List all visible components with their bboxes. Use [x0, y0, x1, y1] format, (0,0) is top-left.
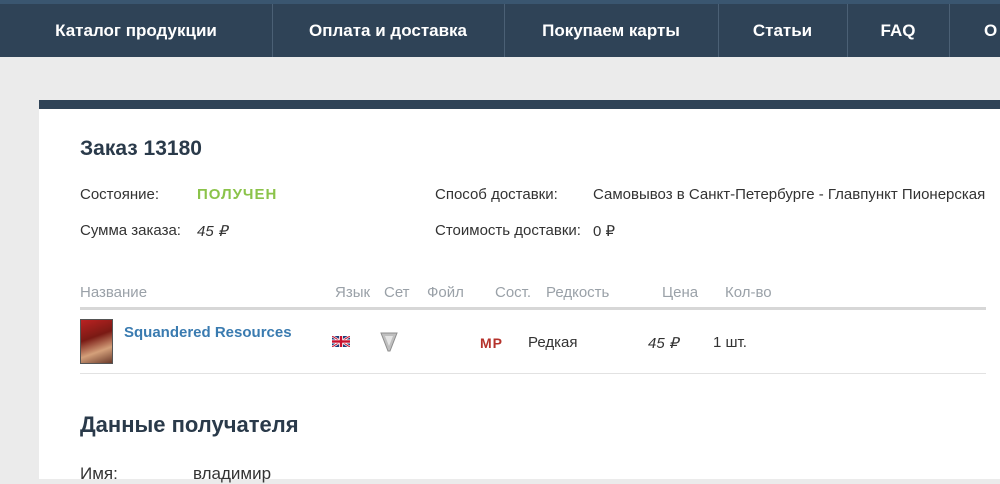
table-header-divider	[80, 307, 986, 310]
column-header-foil: Фойл	[427, 284, 464, 301]
rarity-value: Редкая	[528, 334, 578, 351]
nav-item-label: Статьи	[752, 20, 813, 40]
delivery-method-label: Способ доставки:	[435, 186, 558, 203]
nav-item-faq[interactable]: FAQ	[847, 4, 950, 57]
nav-item-label: Покупаем карты	[542, 20, 680, 40]
order-sum-value: 45 ₽	[197, 223, 228, 240]
table-row-divider	[80, 373, 986, 374]
card-thumbnail[interactable]	[80, 319, 113, 364]
column-header-condition: Сост.	[495, 284, 532, 301]
nav-item-catalog[interactable]: Каталог продукции	[0, 4, 273, 57]
recipient-section-title: Данные получателя	[80, 412, 299, 437]
recipient-name-value: владимир	[193, 464, 272, 483]
card-top-bar	[39, 100, 1000, 109]
nav-item-label: О	[984, 20, 998, 40]
nav-item-label: Каталог продукции	[55, 20, 217, 40]
nav-item-label: Оплата и доставка	[308, 20, 468, 40]
product-link[interactable]: Squandered Resources	[124, 324, 292, 341]
price-value: 45 ₽	[648, 335, 679, 352]
nav-item-label: FAQ	[880, 20, 916, 40]
status-badge: ПОЛУЧЕН	[197, 186, 278, 203]
delivery-cost-label: Стоимость доставки:	[435, 222, 581, 239]
order-title: Заказ 13180	[80, 137, 202, 160]
delivery-method-value: Самовывоз в Санкт-Петербурге - Главпункт…	[593, 186, 986, 203]
nav-item-buy-cards[interactable]: Покупаем карты	[504, 4, 719, 57]
column-header-rarity: Редкость	[546, 284, 610, 301]
column-header-set: Сет	[384, 284, 410, 301]
column-header-quantity: Кол-во	[725, 284, 772, 301]
quantity-value: 1 шт.	[713, 334, 747, 351]
column-header-name: Название	[80, 284, 148, 301]
delivery-cost-value: 0 ₽	[593, 223, 616, 240]
status-label: Состояние:	[80, 186, 160, 203]
condition-badge: MP	[480, 335, 503, 351]
top-navigation: Каталог продукции Оплата и доставка Поку…	[0, 0, 1000, 57]
nav-item-payment-delivery[interactable]: Оплата и доставка	[272, 4, 505, 57]
set-symbol-icon	[380, 332, 398, 352]
nav-item-articles[interactable]: Статьи	[718, 4, 848, 57]
column-header-price: Цена	[662, 284, 699, 301]
uk-flag-icon	[332, 336, 350, 347]
recipient-name-label: Имя:	[80, 464, 118, 483]
order-sum-label: Сумма заказа:	[80, 222, 181, 239]
column-header-language: Язык	[335, 284, 371, 301]
nav-item-about[interactable]: О	[949, 4, 1000, 57]
